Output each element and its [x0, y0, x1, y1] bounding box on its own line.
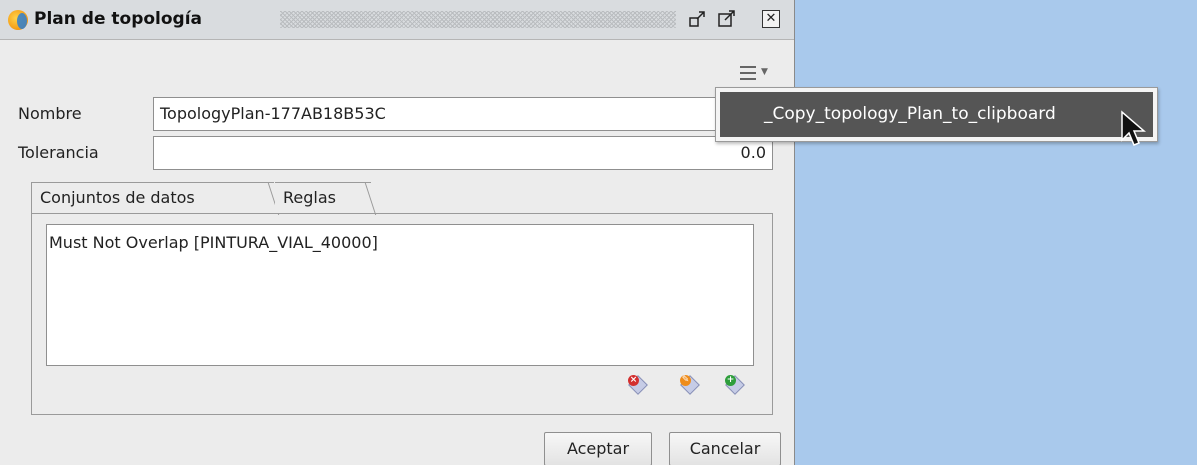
remove-badge-icon: × — [628, 375, 639, 386]
name-input[interactable]: TopologyPlan-177AB18B53C — [153, 97, 773, 131]
copy-topology-plan-menu-item[interactable]: _Copy_topology_Plan_to_clipboard — [720, 92, 1153, 137]
list-item[interactable]: Must Not Overlap [PINTURA_VIAL_40000] — [49, 233, 378, 252]
app-icon — [8, 10, 28, 30]
window-title: Plan de topología — [34, 9, 203, 29]
remove-rule-icon[interactable]: × — [628, 375, 650, 397]
accept-button[interactable]: Aceptar — [544, 432, 652, 465]
hamburger-icon — [740, 66, 756, 80]
topology-plan-dialog: Plan de topología ✕ ▼ Nombre TopologyPla… — [0, 0, 795, 465]
title-bar[interactable]: Plan de topología ✕ — [0, 0, 794, 40]
tolerance-label: Tolerancia — [18, 143, 99, 162]
rules-panel: Must Not Overlap [PINTURA_VIAL_40000] × … — [31, 213, 773, 415]
restore-icon[interactable] — [689, 10, 707, 28]
tab-datasets[interactable]: Conjuntos de datos — [31, 182, 274, 214]
edit-rule-icon[interactable]: ✎ — [680, 375, 702, 397]
context-menu: _Copy_topology_Plan_to_clipboard — [715, 87, 1158, 142]
close-icon[interactable]: ✕ — [762, 10, 780, 28]
tolerance-input[interactable]: 0.0 — [153, 136, 773, 170]
add-badge-icon: + — [725, 375, 736, 386]
maximize-icon[interactable] — [718, 10, 736, 28]
tab-rules[interactable]: Reglas — [275, 182, 371, 214]
rules-list[interactable]: Must Not Overlap [PINTURA_VIAL_40000] — [46, 224, 754, 366]
title-bar-grip[interactable] — [280, 11, 676, 28]
cancel-button[interactable]: Cancelar — [669, 432, 781, 465]
edit-badge-icon: ✎ — [680, 375, 691, 386]
chevron-down-icon: ▼ — [761, 67, 768, 77]
add-rule-icon[interactable]: + — [725, 375, 747, 397]
menu-icon[interactable]: ▼ — [740, 62, 772, 84]
name-label: Nombre — [18, 104, 82, 123]
mouse-pointer-icon — [1121, 110, 1146, 146]
